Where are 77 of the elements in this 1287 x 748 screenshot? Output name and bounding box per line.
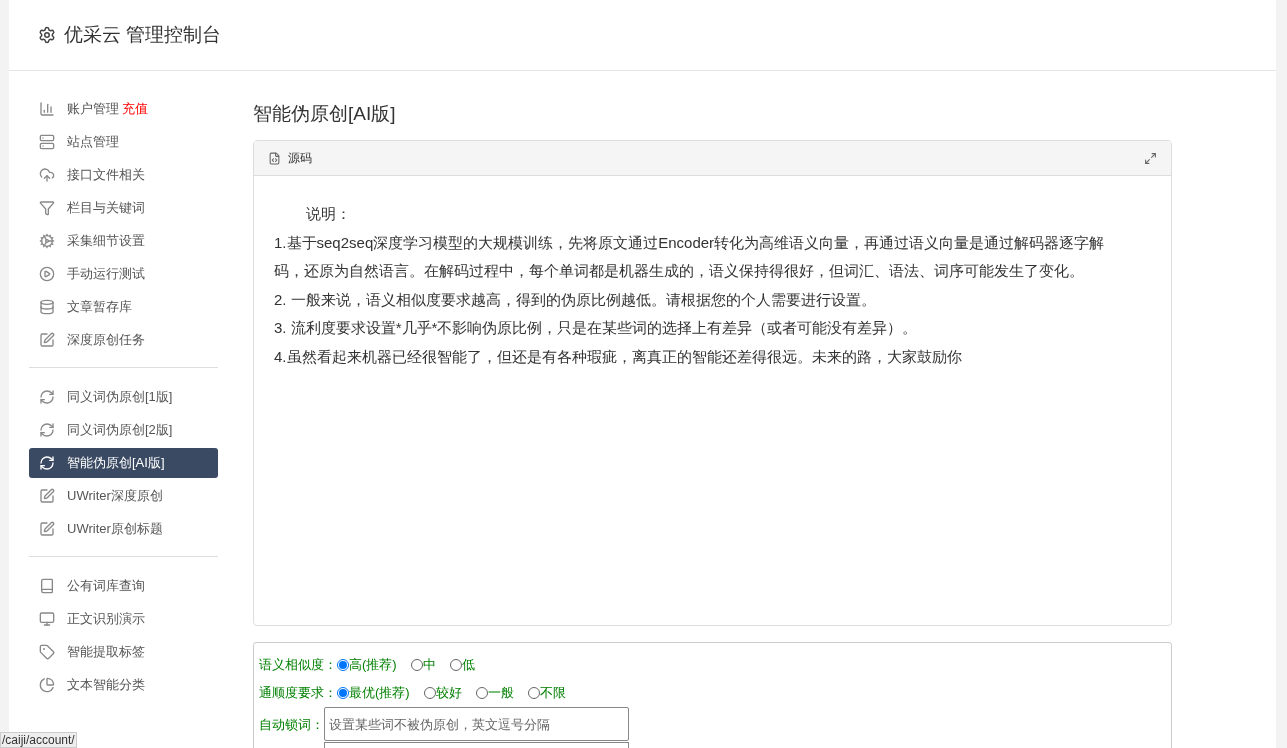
radio-option[interactable]: 不限	[527, 683, 566, 703]
radio-option[interactable]: 一般	[475, 683, 514, 703]
sidebar-label: UWriter深度原创	[67, 487, 163, 506]
tag-icon	[39, 644, 55, 660]
sidebar-label: 正文识别演示	[67, 610, 145, 629]
sidebar-item[interactable]: 同义词伪原创[1版]	[29, 382, 218, 412]
description-paragraph: 4.虽然看起来机器已经很智能了，但还是有各种瑕疵，离真正的智能还差得很远。未来的路，大家鼓励你	[274, 346, 963, 367]
sidebar-label: 公有词库查询	[67, 577, 145, 596]
recharge-link[interactable]: 充值	[122, 99, 148, 119]
radio-option[interactable]: 中	[410, 655, 436, 675]
console-title: 优采云 管理控制台	[64, 22, 222, 47]
radio-option[interactable]: 高(推荐)	[337, 655, 397, 675]
sidebar-item[interactable]: 手动运行测试	[29, 259, 218, 289]
gears-icon	[39, 233, 55, 249]
sidebar-item[interactable]: 正文识别演示	[29, 604, 218, 634]
cloud-upload-icon	[39, 167, 55, 183]
description-heading: 说明：	[305, 204, 352, 224]
play-icon	[39, 266, 55, 282]
sidebar-item[interactable]: 接口文件相关	[29, 160, 218, 190]
sidebar-item[interactable]: 同义词伪原创[2版]	[29, 415, 218, 445]
description-paragraph: 3. 流利度要求设置*几乎*不影响伪原比例，只是在某些词的选择上有差异（或者可能没有差异）。	[274, 318, 919, 338]
sidebar-label: 账户管理	[67, 100, 119, 119]
refresh-icon	[39, 422, 55, 438]
sidebar-label: 手动运行测试	[67, 265, 145, 284]
sidebar-label: UWriter原创标题	[67, 520, 163, 539]
sidebar-label: 接口文件相关	[67, 166, 145, 185]
sidebar-label: 文章暂存库	[67, 298, 132, 317]
page-title: 智能伪原创[AI版]	[253, 102, 397, 126]
setting-label: 自动锁词：	[259, 716, 324, 734]
sidebar-label: 栏目与关键词	[67, 199, 145, 218]
source-tab[interactable]: 源码	[288, 149, 312, 167]
server-icon	[39, 134, 55, 150]
sidebar-item[interactable]: 站点管理	[29, 127, 218, 157]
sidebar-label: 采集细节设置	[67, 232, 145, 251]
settings-icon	[38, 26, 56, 44]
refresh-icon	[39, 389, 55, 405]
status-url: /caiji/account/	[0, 732, 77, 748]
radio-option[interactable]: 低	[449, 655, 475, 675]
filter-icon	[39, 200, 55, 216]
setting-label: 语义相似度：	[259, 656, 337, 675]
book-icon	[39, 578, 55, 594]
sidebar-label: 文本智能分类	[67, 676, 145, 695]
file-code-icon	[268, 151, 281, 165]
sidebar-item[interactable]: 公有词库查询	[29, 571, 218, 601]
bar-chart-icon	[39, 101, 55, 117]
sidebar-item[interactable]: 深度原创任务	[29, 325, 218, 355]
edit-icon	[39, 521, 55, 537]
sidebar-label: 智能伪原创[AI版]	[67, 454, 165, 473]
sidebar-item[interactable]: 采集细节设置	[29, 226, 218, 256]
sidebar-item[interactable]: 文本智能分类	[29, 670, 218, 700]
radio-button[interactable]	[337, 687, 349, 699]
sidebar-item[interactable]: UWriter深度原创	[29, 481, 218, 511]
lock-words-field[interactable]: 设置某些词不被伪原创，英文逗号分隔	[324, 707, 629, 741]
description-paragraph: 2. 一般来说，语义相似度要求越高，得到的伪原比例越低。请根据您的个人需要进行设置。	[274, 289, 877, 310]
sidebar-label: 同义词伪原创[2版]	[67, 421, 173, 440]
radio-button[interactable]	[337, 659, 349, 671]
description-paragraph: 1.基于seq2seq深度学习模型的大规模训练，先将原文通过Encoder转化为高维语义向量，再通过语义向量是通过解码器逐字解码，还原为自然语言。在解码过程中，每个单词都是机器生成的，语义保持得很好，但词汇、语法、词序可能发生了变化。	[274, 232, 1106, 281]
sidebar-item[interactable]: 文章暂存库	[29, 292, 218, 322]
pie-chart-icon	[39, 677, 55, 693]
sidebar-item[interactable]: 智能伪原创[AI版]	[29, 448, 218, 478]
fullscreen-icon[interactable]	[1144, 151, 1157, 165]
sidebar-label: 智能提取标签	[67, 643, 145, 662]
setting-label: 通顺度要求：	[259, 684, 337, 703]
sidebar-label: 站点管理	[67, 133, 119, 152]
radio-option[interactable]: 最优(推荐)	[337, 683, 410, 703]
sidebar-item[interactable]: 栏目与关键词	[29, 193, 218, 223]
edit-icon	[39, 332, 55, 348]
edit-icon	[39, 488, 55, 504]
sidebar-label: 同义词伪原创[1版]	[67, 388, 173, 407]
monitor-icon	[39, 611, 55, 627]
sidebar-label: 深度原创任务	[67, 331, 145, 350]
sidebar-item[interactable]: UWriter原创标题	[29, 514, 218, 544]
refresh-icon	[39, 455, 55, 471]
sidebar-item[interactable]: 账户管理 充值	[29, 94, 218, 124]
sidebar-item[interactable]: 智能提取标签	[29, 637, 218, 667]
database-icon	[39, 299, 55, 315]
radio-option[interactable]: 较好	[423, 683, 462, 703]
